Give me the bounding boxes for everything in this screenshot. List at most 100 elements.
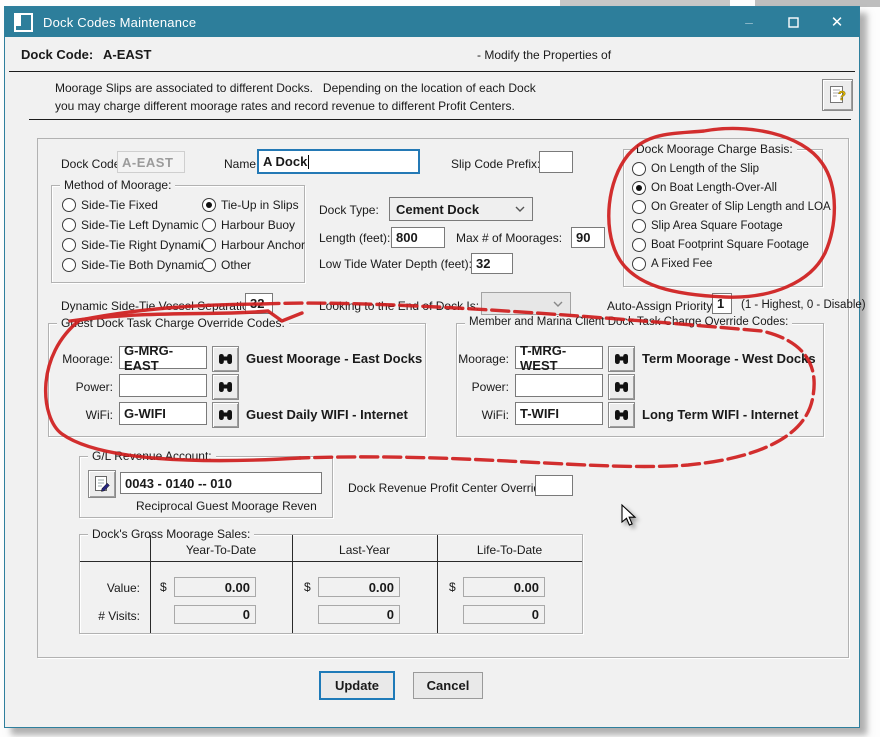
- priority-hint: (1 - Highest, 0 - Disable): [741, 299, 866, 311]
- length-input[interactable]: 800: [391, 227, 445, 248]
- value-row-label: Value:: [80, 581, 140, 595]
- dock-type-value: Cement Dock: [396, 202, 479, 217]
- radio-on-boat-loa[interactable]: On Boat Length-Over-All: [632, 181, 777, 195]
- max-moorages-input[interactable]: 90: [571, 227, 605, 248]
- guest-moorage-input[interactable]: G-MRG-EAST: [119, 346, 207, 369]
- member-power-input[interactable]: [515, 374, 603, 397]
- looking-end-dropdown[interactable]: [481, 292, 571, 315]
- binoculars-icon: [218, 380, 233, 394]
- guest-wifi-lookup-button[interactable]: [212, 402, 239, 428]
- header-modify-text: - Modify the Properties of: [477, 48, 611, 62]
- radio-slip-area-footage[interactable]: Slip Area Square Footage: [632, 219, 783, 233]
- member-power-label: Power:: [457, 380, 509, 394]
- gl-account-edit-button[interactable]: [88, 470, 116, 498]
- member-moorage-label: Moorage:: [457, 352, 509, 366]
- max-moorages-label: Max # of Moorages:: [456, 231, 562, 245]
- separator-line: [9, 71, 855, 72]
- chevron-down-icon: [515, 206, 525, 212]
- radio-harbour-buoy[interactable]: Harbour Buoy: [202, 218, 295, 232]
- text-caret: [308, 155, 309, 169]
- col-last-year: Last-Year: [292, 543, 437, 557]
- low-tide-input[interactable]: 32: [471, 253, 513, 274]
- visits-row-label: # Visits:: [80, 609, 140, 623]
- minimize-button[interactable]: –: [727, 7, 771, 37]
- visits-ytd-field: 0: [174, 605, 256, 624]
- radio-icon: [62, 238, 76, 252]
- gl-account-field[interactable]: 0043 - 0140 -- 010: [120, 472, 322, 494]
- slip-code-prefix-input[interactable]: [539, 151, 573, 173]
- screenshot-canvas: Dock Codes Maintenance – ✕ Dock Code: A-…: [0, 0, 880, 737]
- chevron-down-icon: [553, 301, 563, 307]
- dock-type-label: Dock Type:: [319, 203, 379, 217]
- gl-account-title: G/L Revenue Account:: [88, 449, 216, 463]
- guest-wifi-input[interactable]: G-WIFI: [119, 402, 207, 425]
- radio-icon: [202, 238, 216, 252]
- svg-text:?: ?: [838, 88, 846, 103]
- guest-overrides-title: Guest Dock Task Charge Override Codes:: [57, 316, 289, 330]
- dock-code-field: A-EAST: [117, 151, 185, 173]
- dock-type-dropdown[interactable]: Cement Dock: [389, 197, 533, 221]
- radio-on-length-of-slip[interactable]: On Length of the Slip: [632, 162, 759, 176]
- binoculars-icon: [614, 380, 629, 394]
- intro-line-2: you may charge different moorage rates a…: [55, 99, 515, 113]
- low-tide-label: Low Tide Water Depth (feet):: [319, 257, 472, 271]
- close-button[interactable]: ✕: [815, 7, 859, 37]
- length-label: Length (feet):: [319, 231, 390, 245]
- binoculars-icon: [614, 408, 629, 422]
- member-moorage-lookup-button[interactable]: [608, 346, 635, 372]
- radio-icon: [632, 238, 646, 252]
- radio-harbour-anchor[interactable]: Harbour Anchor: [202, 238, 305, 252]
- member-moorage-input[interactable]: T-MRG-WEST: [515, 346, 603, 369]
- radio-greater-slip-loa[interactable]: On Greater of Slip Length and LOA: [632, 200, 831, 214]
- radio-side-tie-right-dynamic[interactable]: Side-Tie Right Dynamic: [62, 238, 207, 252]
- gl-account-description: Reciprocal Guest Moorage Reven: [136, 499, 317, 513]
- guest-power-input[interactable]: [119, 374, 207, 397]
- dock-codes-maintenance-window: Dock Codes Maintenance – ✕ Dock Code: A-…: [4, 6, 860, 728]
- radio-side-tie-left-dynamic[interactable]: Side-Tie Left Dynamic: [62, 218, 199, 232]
- dock-code-label: Dock Code:: [61, 157, 124, 171]
- col-year-to-date: Year-To-Date: [150, 543, 292, 557]
- window-title: Dock Codes Maintenance: [43, 15, 196, 30]
- guest-moorage-lookup-button[interactable]: [212, 346, 239, 372]
- profit-override-input[interactable]: [535, 475, 573, 496]
- member-wifi-input[interactable]: T-WIFI: [515, 402, 603, 425]
- app-icon: [14, 13, 33, 32]
- document-pen-icon: [93, 475, 111, 493]
- help-page-question-icon: ?: [828, 85, 847, 105]
- value-lifetime-field: 0.00: [463, 577, 545, 597]
- title-bar: Dock Codes Maintenance – ✕: [5, 7, 859, 37]
- radio-fixed-fee[interactable]: A Fixed Fee: [632, 257, 712, 271]
- radio-tie-up-in-slips[interactable]: Tie-Up in Slips: [202, 198, 299, 212]
- help-button[interactable]: ?: [822, 79, 853, 111]
- guest-power-label: Power:: [49, 380, 113, 394]
- guest-wifi-description: Guest Daily WIFI - Internet: [246, 407, 408, 422]
- radio-side-tie-both-dynamic[interactable]: Side-Tie Both Dynamic: [62, 258, 203, 272]
- slip-code-prefix-label: Slip Code Prefix:: [451, 157, 540, 171]
- header-dock-code-label: Dock Code:: [21, 47, 93, 62]
- member-overrides-group: Member and Marina Client Dock Task Charg…: [456, 323, 824, 437]
- separation-input[interactable]: 32: [245, 293, 273, 314]
- maximize-button[interactable]: [771, 7, 815, 37]
- radio-boat-footprint-footage[interactable]: Boat Footprint Square Footage: [632, 238, 809, 252]
- guest-moorage-description: Guest Moorage - East Docks: [246, 351, 422, 366]
- guest-moorage-label: Moorage:: [49, 352, 113, 366]
- charge-basis-group: Dock Moorage Charge Basis: On Length of …: [623, 149, 823, 287]
- method-of-moorage-title: Method of Moorage:: [60, 178, 175, 192]
- binoculars-icon: [218, 408, 233, 422]
- cancel-button[interactable]: Cancel: [413, 672, 483, 699]
- priority-input[interactable]: 1: [712, 293, 732, 314]
- radio-other[interactable]: Other: [202, 258, 251, 272]
- radio-icon: [202, 218, 216, 232]
- radio-icon-selected: [632, 181, 646, 195]
- update-button[interactable]: Update: [319, 671, 395, 700]
- sales-group: Dock's Gross Moorage Sales: Year-To-Date…: [79, 534, 583, 634]
- member-wifi-lookup-button[interactable]: [608, 402, 635, 428]
- guest-power-lookup-button[interactable]: [212, 374, 239, 400]
- member-power-lookup-button[interactable]: [608, 374, 635, 400]
- radio-side-tie-fixed[interactable]: Side-Tie Fixed: [62, 198, 158, 212]
- visits-lastyear-field: 0: [318, 605, 400, 624]
- separation-label: Dynamic Side-Tie Vessel Separation:: [61, 299, 259, 313]
- name-input[interactable]: A Dock: [257, 149, 420, 174]
- separator-line: [29, 119, 851, 120]
- table-header-line: [80, 561, 582, 562]
